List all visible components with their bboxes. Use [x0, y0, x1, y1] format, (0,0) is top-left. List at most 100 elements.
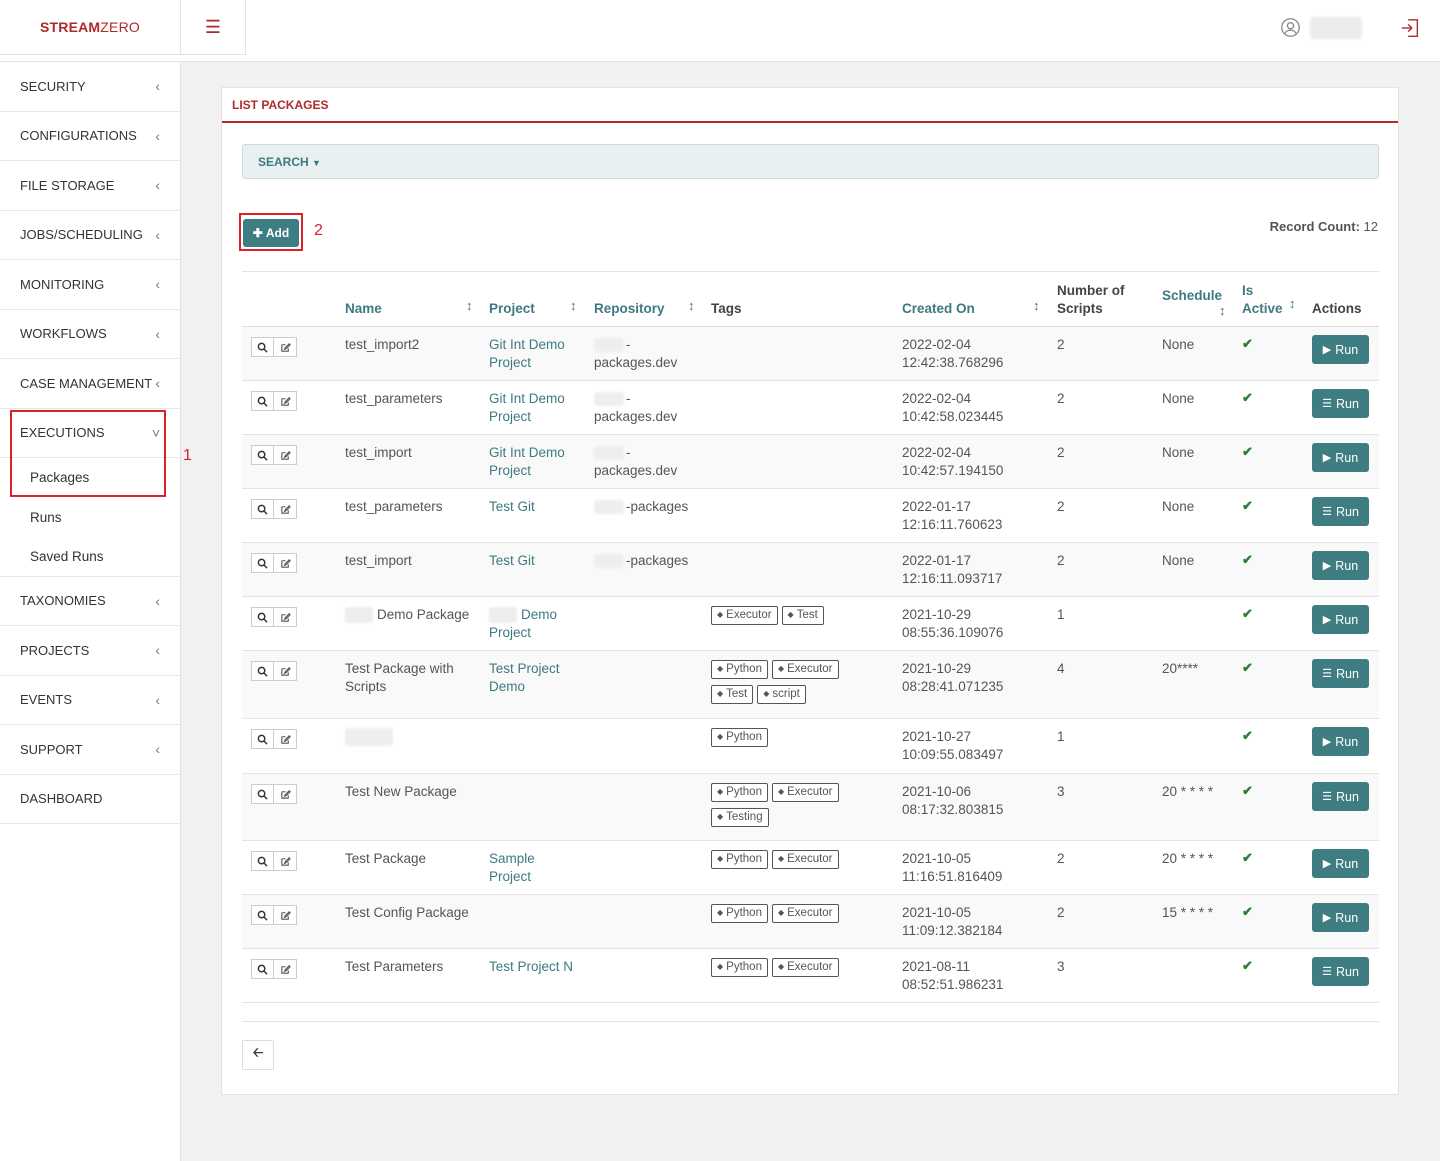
- edit-button[interactable]: [274, 445, 297, 465]
- back-button[interactable]: 🡠: [242, 1040, 274, 1070]
- cell-project[interactable]: Git Int Demo Project: [489, 336, 589, 372]
- edit-button[interactable]: [274, 553, 297, 573]
- cell-repository: - packages.dev: [594, 390, 704, 426]
- tag-badge[interactable]: Python: [711, 850, 768, 869]
- tag-badge[interactable]: Test: [781, 606, 824, 625]
- view-button[interactable]: [251, 391, 274, 411]
- sort-icon[interactable]: ↕: [466, 298, 473, 313]
- sidebar-item-jobs-scheduling[interactable]: JOBS/SCHEDULING ‹: [0, 211, 180, 260]
- view-button[interactable]: [251, 499, 274, 519]
- search-toggle[interactable]: SEARCH ▼: [242, 144, 1379, 179]
- tag-badge[interactable]: Testing: [711, 808, 769, 827]
- sidebar-item-support[interactable]: SUPPORT ‹: [0, 725, 180, 775]
- view-button[interactable]: [251, 959, 274, 979]
- run-button[interactable]: ☰ Run: [1312, 497, 1369, 526]
- header-created-on[interactable]: Created On: [902, 300, 975, 318]
- user-name-redacted[interactable]: [1310, 17, 1362, 39]
- view-button[interactable]: [251, 784, 274, 804]
- tag-badge[interactable]: Python: [711, 728, 768, 747]
- sort-icon[interactable]: ↕: [688, 298, 695, 313]
- cell-project[interactable]: Test Project N: [489, 958, 589, 976]
- sort-icon[interactable]: ↕: [1033, 298, 1040, 313]
- add-button[interactable]: ✚ Add: [243, 219, 299, 247]
- edit-button[interactable]: [274, 607, 297, 627]
- edit-button[interactable]: [274, 851, 297, 871]
- hamburger-icon[interactable]: ☰: [181, 0, 246, 55]
- tag-badge[interactable]: Executor: [771, 904, 839, 923]
- sign-out-icon[interactable]: [1399, 17, 1421, 39]
- cell-project[interactable]: Git Int Demo Project: [489, 390, 589, 426]
- created-time: 10:09:55.083497: [902, 747, 1004, 762]
- view-button[interactable]: [251, 851, 274, 871]
- tag-badge[interactable]: Executor: [771, 850, 839, 869]
- run-button[interactable]: ☰ Run: [1312, 389, 1369, 418]
- sidebar-item-file-storage[interactable]: FILE STORAGE ‹: [0, 161, 180, 211]
- view-button[interactable]: [251, 905, 274, 925]
- edit-button[interactable]: [274, 337, 297, 357]
- sidebar-item-security[interactable]: SECURITY ‹: [0, 62, 180, 112]
- sort-icon[interactable]: ↕: [1219, 303, 1226, 318]
- run-button[interactable]: ☰ Run: [1312, 782, 1369, 811]
- sidebar-item-monitoring[interactable]: MONITORING ‹: [0, 260, 180, 310]
- edit-button[interactable]: [274, 661, 297, 681]
- cell-project[interactable]: Sample Project: [489, 850, 589, 886]
- run-button[interactable]: ☰ Run: [1312, 659, 1369, 688]
- view-button[interactable]: [251, 553, 274, 573]
- cell-project[interactable]: Git Int Demo Project: [489, 444, 589, 480]
- sidebar-item-configurations[interactable]: CONFIGURATIONS ‹: [0, 112, 180, 161]
- sidebar-item-case-management[interactable]: CASE MANAGEMENT ‹: [0, 359, 180, 409]
- check-icon: ✔: [1242, 783, 1253, 798]
- tag-badge[interactable]: Python: [711, 958, 768, 977]
- run-button[interactable]: ☰ Run: [1312, 957, 1369, 986]
- edit-button[interactable]: [274, 905, 297, 925]
- tag-badge[interactable]: script: [757, 685, 806, 704]
- tag-badge[interactable]: Executor: [711, 606, 778, 625]
- header-schedule[interactable]: Schedule: [1162, 287, 1222, 305]
- view-button[interactable]: [251, 337, 274, 357]
- sidebar-item-projects[interactable]: PROJECTS ‹: [0, 626, 180, 676]
- view-button[interactable]: [251, 661, 274, 681]
- sidebar-item-events[interactable]: EVENTS ‹: [0, 676, 180, 725]
- sidebar-item-dashboard[interactable]: DASHBOARD: [0, 775, 180, 824]
- sidebar-subitem-runs[interactable]: Runs: [0, 498, 180, 538]
- user-circle-icon[interactable]: [1280, 17, 1301, 38]
- edit-button[interactable]: [274, 499, 297, 519]
- play-icon: ▶: [1322, 452, 1332, 464]
- edit-button[interactable]: [274, 391, 297, 411]
- tag-badge[interactable]: Python: [711, 783, 768, 802]
- tag-badge[interactable]: Executor: [771, 783, 839, 802]
- cell-project[interactable]: Test Git: [489, 498, 589, 516]
- tag-badge[interactable]: Executor: [771, 958, 839, 977]
- sidebar-item-taxonomies[interactable]: TAXONOMIES ‹: [0, 577, 180, 626]
- tag-badge[interactable]: Python: [711, 660, 768, 679]
- cell-project[interactable]: Test Git: [489, 552, 589, 570]
- run-button[interactable]: ▶ Run: [1312, 903, 1369, 932]
- header-name[interactable]: Name: [345, 300, 382, 318]
- cell-project[interactable]: Demo Project: [489, 606, 589, 642]
- view-button[interactable]: [251, 729, 274, 749]
- edit-button[interactable]: [274, 959, 297, 979]
- run-button[interactable]: ▶ Run: [1312, 335, 1369, 364]
- header-repository[interactable]: Repository: [594, 300, 665, 318]
- run-button[interactable]: ▶ Run: [1312, 551, 1369, 580]
- view-button[interactable]: [251, 607, 274, 627]
- table-row: Test New PackagePythonExecutorTesting202…: [242, 774, 1379, 841]
- sidebar-item-workflows[interactable]: WORKFLOWS ‹: [0, 310, 180, 359]
- run-button[interactable]: ▶ Run: [1312, 443, 1369, 472]
- cell-project[interactable]: Test Project Demo: [489, 660, 589, 696]
- tag-badge[interactable]: Python: [711, 904, 768, 923]
- view-button[interactable]: [251, 445, 274, 465]
- header-is-active[interactable]: Is Active: [1242, 282, 1283, 318]
- edit-button[interactable]: [274, 729, 297, 749]
- edit-button[interactable]: [274, 784, 297, 804]
- run-button[interactable]: ▶ Run: [1312, 727, 1369, 756]
- sort-icon[interactable]: ↕: [1289, 296, 1296, 311]
- tag-badge[interactable]: Test: [711, 685, 754, 704]
- sidebar-subitem-saved-runs[interactable]: Saved Runs: [0, 537, 180, 577]
- run-button[interactable]: ▶ Run: [1312, 605, 1369, 634]
- brand-logo[interactable]: STREAM ZERO: [0, 0, 181, 55]
- run-button[interactable]: ▶ Run: [1312, 849, 1369, 878]
- header-project[interactable]: Project: [489, 300, 535, 318]
- sort-icon[interactable]: ↕: [570, 298, 577, 313]
- tag-badge[interactable]: Executor: [771, 660, 839, 679]
